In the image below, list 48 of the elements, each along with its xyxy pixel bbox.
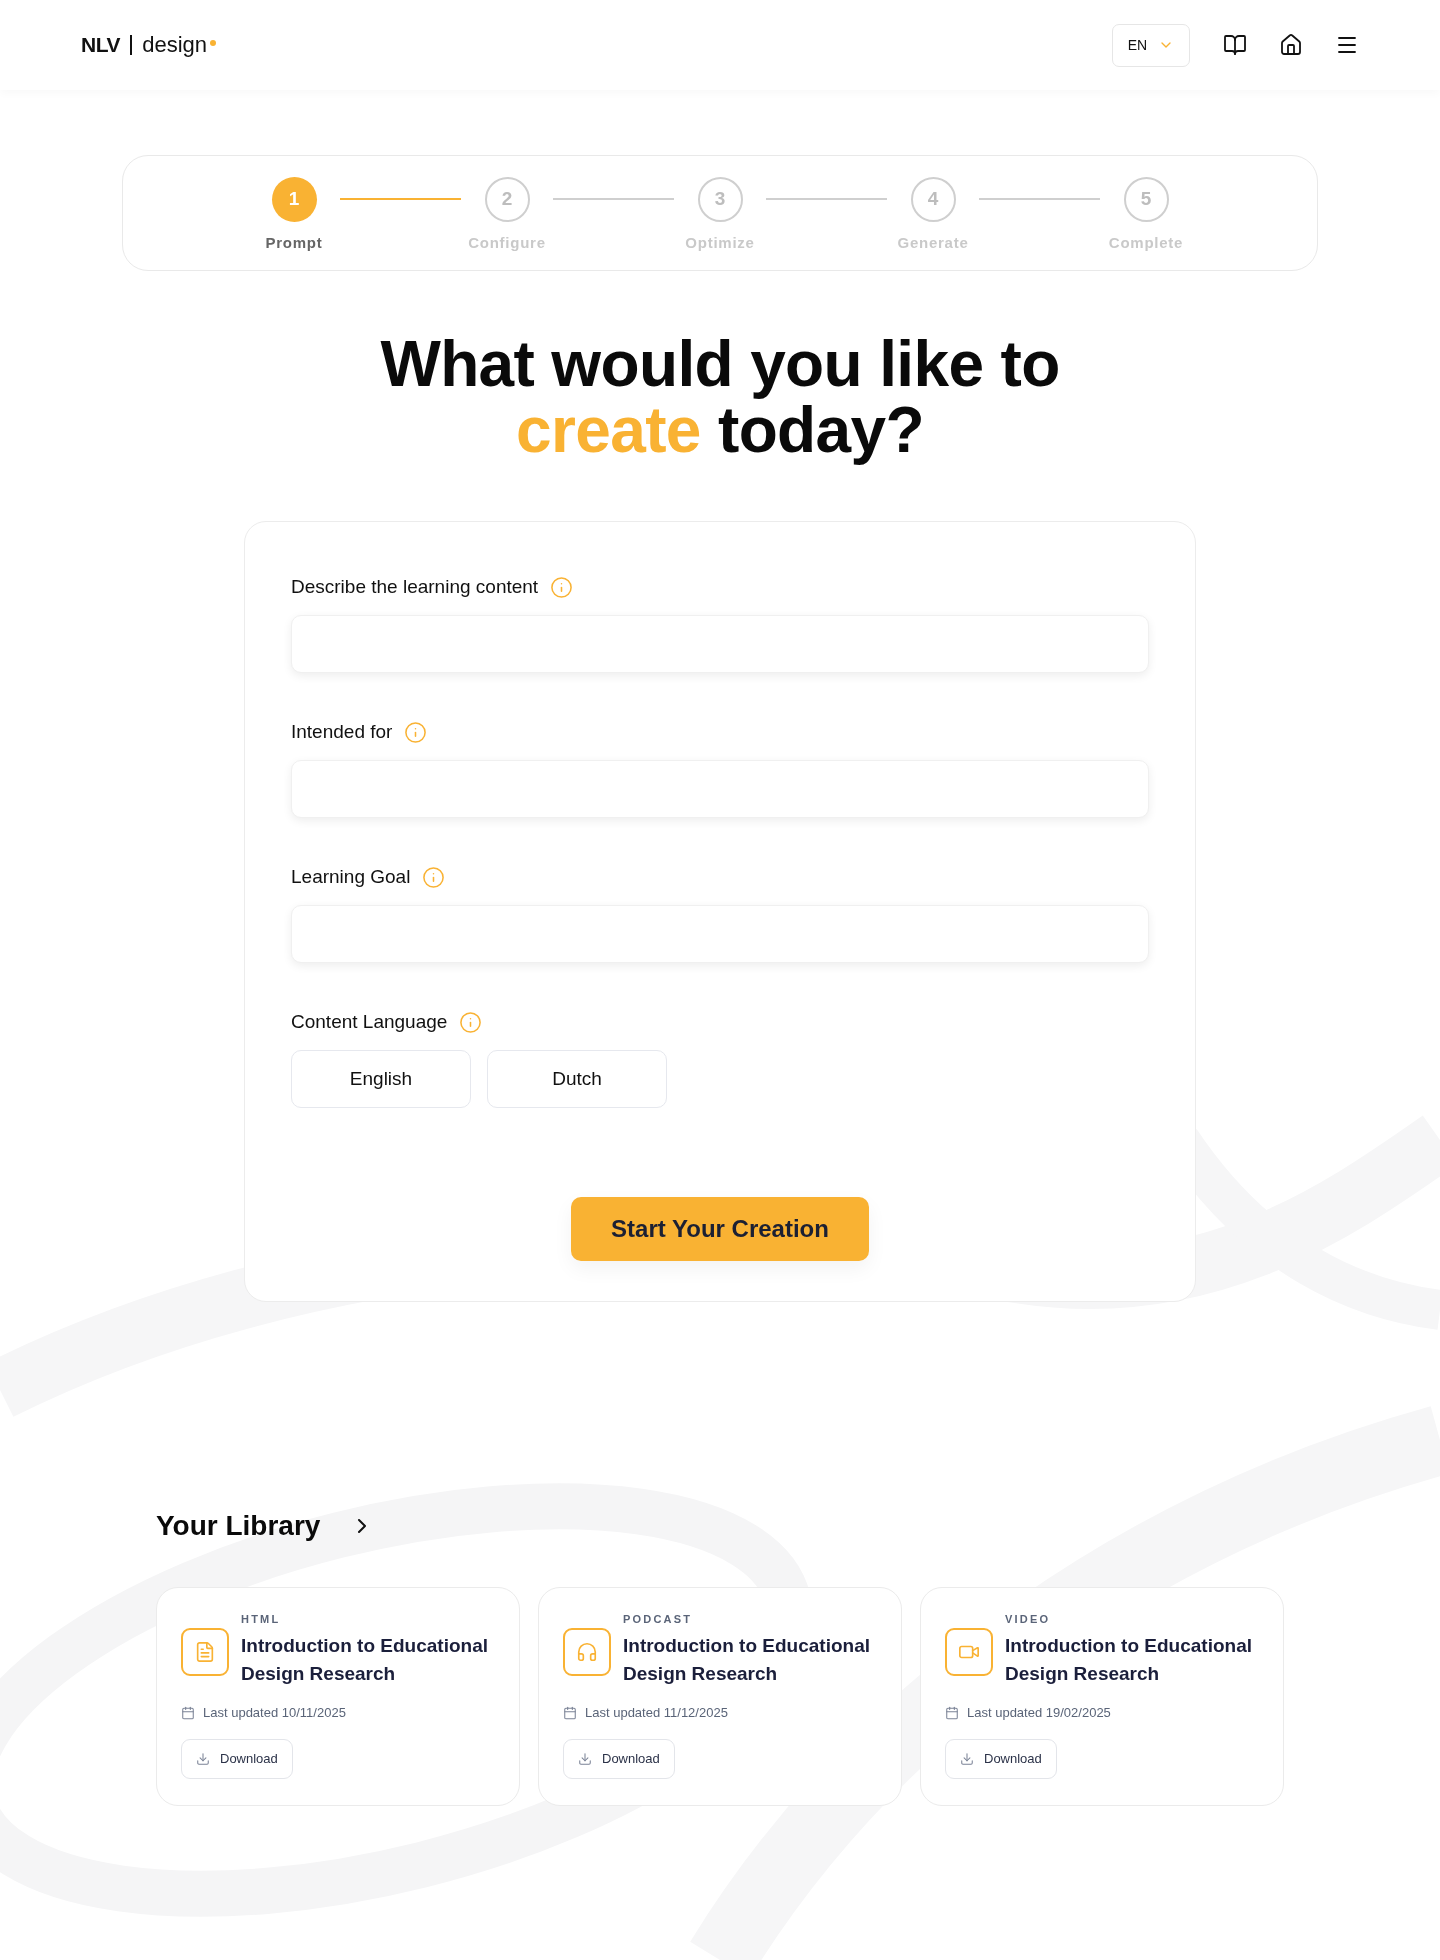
calendar-icon: [563, 1706, 577, 1720]
content-type-label: PODCAST: [623, 1612, 694, 1626]
library-card[interactable]: VIDEO Introduction to Educational Design Research Last updated 19/02/2025 Download: [920, 1587, 1284, 1806]
book-icon[interactable]: [1223, 33, 1247, 57]
logo-wordmark: design: [142, 32, 208, 58]
language-option[interactable]: Dutch: [487, 1050, 667, 1108]
language-option[interactable]: English: [291, 1050, 471, 1108]
document-icon: [181, 1628, 229, 1676]
step-indicator: 1: [271, 177, 317, 222]
field-label: Describe the learning content: [291, 575, 539, 599]
download-icon: [578, 1752, 592, 1766]
info-icon[interactable]: [459, 1010, 483, 1034]
step-indicator: 5: [1123, 177, 1169, 222]
library-card[interactable]: HTML Introduction to Educational Design Research Last updated 10/11/2025 Download: [156, 1587, 520, 1806]
info-icon[interactable]: [422, 865, 446, 889]
download-icon: [960, 1752, 974, 1766]
info-icon[interactable]: [404, 720, 428, 744]
download-button[interactable]: Download: [945, 1739, 1057, 1779]
language-select[interactable]: EN: [1112, 23, 1190, 67]
last-updated-date: Last updated 19/02/2025: [967, 1704, 1111, 1722]
logo-mark: NLV: [81, 33, 121, 57]
video-camera-icon: [945, 1628, 993, 1676]
content-type-label: VIDEO: [1005, 1612, 1052, 1626]
library-title: Your Library: [156, 1509, 321, 1543]
calendar-icon: [945, 1706, 959, 1720]
card-title: Introduction to Educational Design Research: [241, 1634, 489, 1686]
card-title: Introduction to Educational Design Research: [623, 1634, 871, 1686]
field-label: Content Language: [291, 1010, 448, 1034]
field-label: Intended for: [291, 720, 393, 744]
card-title: Introduction to Educational Design Research: [1005, 1634, 1253, 1686]
calendar-icon: [181, 1706, 195, 1720]
content-type-label: HTML: [241, 1612, 282, 1626]
download-icon: [196, 1752, 210, 1766]
download-button[interactable]: Download: [181, 1739, 293, 1779]
page-heading: What would you like to create today?: [379, 331, 1061, 463]
start-creation-button[interactable]: Start Your Creation: [571, 1197, 869, 1261]
step-label: Prompt: [265, 233, 323, 253]
field-label: Learning Goal: [291, 865, 411, 889]
step-indicator: 3: [697, 177, 743, 222]
home-icon[interactable]: [1279, 33, 1303, 57]
last-updated-date: Last updated 11/12/2025: [585, 1704, 728, 1722]
download-button[interactable]: Download: [563, 1739, 675, 1779]
step-indicator: 4: [910, 177, 956, 222]
last-updated-date: Last updated 10/11/2025: [203, 1704, 346, 1722]
library-card[interactable]: PODCAST Introduction to Educational Design Research Last updated 11/12/2025 Download: [538, 1587, 902, 1806]
step-indicator: 2: [484, 177, 530, 222]
headphones-icon: [563, 1628, 611, 1676]
info-icon[interactable]: [550, 575, 574, 599]
